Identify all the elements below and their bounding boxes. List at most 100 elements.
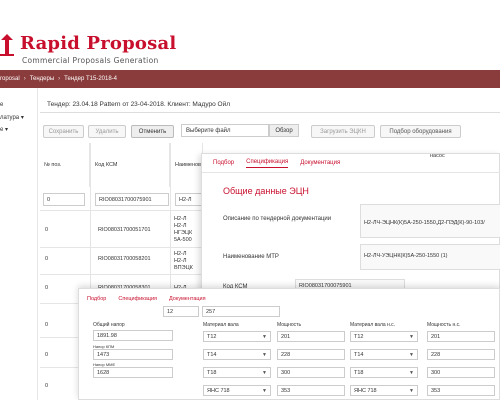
chevron-down-icon: ▼ xyxy=(262,334,267,340)
top-value-input[interactable]: 257 xyxy=(202,306,280,317)
upload-button[interactable]: Загрузить ЭЦКН xyxy=(311,125,375,138)
chevron-down-icon: ▼ xyxy=(409,370,414,376)
column-header: Материал вала xyxy=(203,322,239,328)
save-button[interactable]: Сохранить xyxy=(43,125,84,138)
caret-down-icon: ▾ xyxy=(5,127,9,133)
select-value: ЯНС 718 xyxy=(354,387,377,394)
browse-button[interactable]: Обзор xyxy=(269,124,299,137)
shaft-material-select[interactable]: Т12 ▼ xyxy=(203,331,271,342)
breadcrumb: roposal › Тендеры › Тендер Т15-2018-4 xyxy=(0,70,500,88)
power-ns-input[interactable]: 300 xyxy=(427,367,495,378)
divider xyxy=(202,172,500,173)
tab-specification[interactable]: Спецификация xyxy=(246,159,289,168)
power-input[interactable]: 300 xyxy=(277,367,345,378)
tab-documentation[interactable]: Документация xyxy=(300,160,340,166)
breadcrumb-item-tenders[interactable]: Тендеры xyxy=(30,76,54,82)
table-cell-pos: 0 xyxy=(45,256,49,262)
power-ns-input[interactable]: 201 xyxy=(427,331,495,342)
shaft-material-ns-select[interactable]: Т18 ▼ xyxy=(350,367,418,378)
table-cell-code: RIO08031700051701 xyxy=(98,227,151,233)
power-ns-input[interactable]: 228 xyxy=(427,349,495,360)
select-value: Т12 xyxy=(354,333,364,340)
sidebar: е латура ▾ е ▾ xyxy=(0,88,38,400)
tab-selection[interactable]: Подбор xyxy=(213,160,234,166)
shaft-material-select[interactable]: Т14 ▼ xyxy=(203,349,271,360)
caret-down-icon: ▾ xyxy=(20,115,24,121)
table-cell-name: ВПЭЦК xyxy=(174,265,193,271)
app-subtitle: Commercial Proposals Generation xyxy=(22,56,159,65)
breadcrumb-item-proposal[interactable]: roposal xyxy=(0,76,20,82)
general-head-input[interactable]: 1891.98 xyxy=(93,330,173,341)
chevron-right-icon: › xyxy=(58,76,61,82)
chevron-down-icon: ▼ xyxy=(409,388,414,394)
head-input[interactable]: 1473 xyxy=(93,349,173,360)
column-header-code[interactable]: Код КСМ xyxy=(91,143,170,187)
page-title: Тендер: 23.04.18 Pattern от 23-04-2018. … xyxy=(47,101,231,108)
tab-selection[interactable]: Подбор xyxy=(87,296,106,302)
selection-modal: Подбор Спецификация Документация 12 257 … xyxy=(78,288,500,400)
tab-documentation[interactable]: Документация xyxy=(169,296,206,302)
shaft-material-select[interactable]: ЯНС 718 ▼ xyxy=(203,385,271,396)
power-input[interactable]: 228 xyxy=(277,349,345,360)
table-cell-pos: 0 xyxy=(45,352,49,358)
modal-heading: Общие данные ЭЦН xyxy=(223,186,309,196)
power-input[interactable]: 353 xyxy=(277,385,345,396)
table-cell-name: Н2-Л xyxy=(174,251,187,257)
column-header-pos[interactable]: № поз. xyxy=(40,143,90,187)
chevron-down-icon: ▼ xyxy=(262,388,267,394)
cancel-button[interactable]: Отменить xyxy=(131,125,174,138)
select-value: ЯНС 718 xyxy=(207,387,230,394)
equipment-button[interactable]: Подбор оборудования xyxy=(380,125,461,138)
chevron-down-icon: ▼ xyxy=(262,352,267,358)
select-value: Т12 xyxy=(207,333,217,340)
chevron-down-icon: ▼ xyxy=(409,334,414,340)
column-header: Материал вала н.с. xyxy=(350,322,396,328)
filter-pos-input[interactable]: 0 xyxy=(43,193,85,206)
sidebar-item-2[interactable]: латура ▾ xyxy=(0,114,24,121)
shaft-material-ns-select[interactable]: Т14 ▼ xyxy=(350,349,418,360)
description-field[interactable]: Н2-ЛЧ-ЭЦНК(К)5А-250-1550,Д2-ПЭД(К)-90-10… xyxy=(360,204,500,238)
app-title: Rapid Proposal xyxy=(20,33,177,54)
column-header: Мощность н.с. xyxy=(427,322,461,328)
table-cell-pos: 0 xyxy=(45,383,49,389)
table-cell-pos: 0 xyxy=(45,322,49,328)
shaft-material-ns-select[interactable]: Т12 ▼ xyxy=(350,331,418,342)
mtr-name-field[interactable]: Н2-ЛЧ-УЭЦНК(К)5А-250-1550 (1) xyxy=(360,244,500,270)
column-header: Мощность xyxy=(277,322,302,328)
shaft-material-ns-select[interactable]: ЯНС 718 ▼ xyxy=(350,385,418,396)
sidebar-item-label: латура xyxy=(0,115,20,121)
power-input[interactable]: 201 xyxy=(277,331,345,342)
select-value: Т18 xyxy=(207,369,217,376)
table-cell-name: Н2-Л xyxy=(174,216,187,222)
filter-code-input[interactable]: RIO08031700075901 xyxy=(95,193,169,206)
filter-name-input[interactable]: Н2-Л xyxy=(175,193,203,206)
modal-tabs: Подбор Спецификация Документация xyxy=(87,296,218,302)
divider xyxy=(40,112,500,113)
table-cell-name: Н2-Л xyxy=(174,223,187,229)
sidebar-item-1[interactable]: е xyxy=(0,102,3,108)
field-label-description: Описание по тендерной документации xyxy=(223,216,332,222)
table-cell-code: RIO08031700058201 xyxy=(98,256,151,262)
file-input[interactable]: Выберите файл xyxy=(181,124,269,137)
chevron-down-icon: ▼ xyxy=(409,352,414,358)
delete-button[interactable]: Удалить xyxy=(88,125,126,138)
table-cell-pos: 0 xyxy=(45,227,49,233)
table-cell-name: НГЭЦК xyxy=(174,230,193,236)
table-cell-name: 5А-500 xyxy=(174,237,192,243)
modal-tabs: Подбор Спецификация Документация xyxy=(213,154,352,172)
sidebar-item-3[interactable]: е ▾ xyxy=(0,126,8,133)
power-ns-input[interactable]: 353 xyxy=(427,385,495,396)
select-value: Т18 xyxy=(354,369,364,376)
select-value: Т14 xyxy=(354,351,364,358)
head-input[interactable]: 1628 xyxy=(93,367,173,378)
column-header-pump: насос xyxy=(430,153,445,159)
column-header-name[interactable]: Наименова xyxy=(171,143,204,187)
top-value-input[interactable]: 12 xyxy=(163,306,199,317)
app-header: Rapid Proposal Commercial Proposals Gene… xyxy=(0,0,500,70)
chevron-right-icon: › xyxy=(23,76,26,82)
select-value: Т14 xyxy=(207,351,217,358)
table-cell-pos: 0 xyxy=(45,285,49,291)
tab-specification[interactable]: Спецификация xyxy=(118,296,157,302)
shaft-material-select[interactable]: Т18 ▼ xyxy=(203,367,271,378)
table-cell-name: Н2-Л xyxy=(174,258,187,264)
